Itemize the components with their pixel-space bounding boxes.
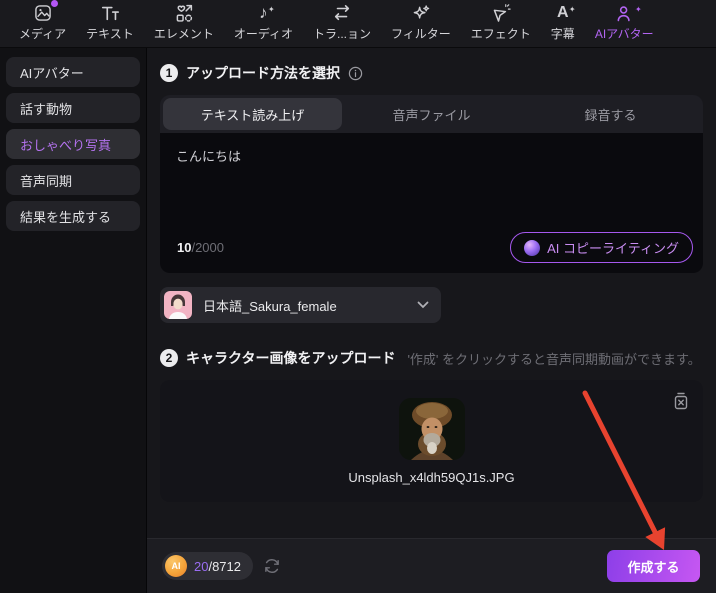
credits-used: 20 bbox=[194, 558, 209, 574]
tab-record[interactable]: 録音する bbox=[521, 98, 700, 130]
toolbar-label: トラ...ョン bbox=[313, 27, 372, 41]
ai-credit-coin-icon: AI bbox=[165, 555, 187, 577]
credits-pill: AI 20/8712 bbox=[162, 552, 254, 580]
step2-number-badge: 2 bbox=[160, 349, 178, 367]
ai-copywriting-button[interactable]: AI コピーライティング bbox=[510, 232, 693, 263]
toolbar-label: AIアバター bbox=[594, 27, 654, 41]
effects-icon bbox=[490, 2, 511, 24]
step2-header: 2 キャラクター画像をアップロード '作成' をクリックすると音声同期動画ができ… bbox=[160, 348, 703, 368]
sidebar-item-talking-photo[interactable]: おしゃべり写真 bbox=[6, 129, 140, 159]
char-count: 10 bbox=[177, 240, 192, 255]
ai-copywriting-label: AI コピーライティング bbox=[547, 241, 679, 256]
elements-icon bbox=[173, 2, 194, 24]
sidebar-label: AIアバター bbox=[20, 65, 84, 81]
toolbar-item-elements[interactable]: エレメント bbox=[145, 2, 223, 42]
toolbar-item-audio[interactable]: ♪ ✦ オーディオ bbox=[225, 2, 302, 42]
step1-header: 1 アップロード方法を選択 bbox=[160, 63, 703, 83]
credits-counter: 20/8712 bbox=[194, 559, 241, 574]
footer-bar: AI 20/8712 作成する bbox=[147, 538, 716, 593]
voice-name: 日本語_Sakura_female bbox=[203, 298, 337, 314]
sidebar-label: おしゃべり写真 bbox=[20, 137, 112, 153]
info-icon[interactable] bbox=[348, 66, 363, 81]
create-button[interactable]: 作成する bbox=[607, 550, 700, 582]
tab-label: 音声ファイル bbox=[392, 107, 471, 123]
credits-total: /8712 bbox=[208, 558, 242, 574]
chevron-down-icon bbox=[417, 301, 429, 309]
refresh-icon[interactable] bbox=[263, 557, 281, 575]
notification-dot bbox=[50, 0, 58, 7]
sidebar-label: 話す動物 bbox=[20, 101, 73, 117]
toolbar-label: オーディオ bbox=[233, 27, 293, 41]
uploaded-file-name: Unsplash_x4ldh59QJ1s.JPG bbox=[348, 469, 515, 485]
tab-audio-file[interactable]: 音声ファイル bbox=[342, 98, 521, 130]
sidebar-item-lip-sync[interactable]: 音声同期 bbox=[6, 165, 140, 195]
toolbar-item-filter[interactable]: フィルター bbox=[382, 2, 460, 42]
subtitle-icon: A ✦ bbox=[557, 4, 576, 21]
char-counter: 10/2000 bbox=[177, 240, 224, 255]
toolbar-label: フィルター bbox=[391, 27, 451, 41]
step2-title: キャラクター画像をアップロード bbox=[186, 350, 396, 366]
toolbar-item-transition[interactable]: トラ...ョン bbox=[304, 2, 380, 42]
app-window: メディア テキスト エレメント ♪ ✦ オーディオ トラ...ョン フィルター … bbox=[0, 0, 716, 593]
toolbar-item-media[interactable]: メディア bbox=[10, 0, 75, 42]
media-icon bbox=[33, 0, 58, 24]
tts-text-area-block: こんにちは 10/2000 AI コピーライティング bbox=[160, 133, 703, 273]
toolbar-label: テキスト bbox=[86, 27, 134, 41]
ai-avatar-icon: ✦ bbox=[614, 2, 642, 24]
uploaded-image-thumbnail[interactable] bbox=[398, 397, 465, 460]
voice-select-dropdown[interactable]: 日本語_Sakura_female bbox=[160, 287, 441, 323]
toolbar-label: 字幕 bbox=[550, 27, 575, 41]
text-icon bbox=[99, 2, 121, 24]
transition-icon bbox=[331, 2, 353, 24]
toolbar-label: メディア bbox=[19, 27, 67, 41]
tts-text-input[interactable]: こんにちは bbox=[160, 133, 703, 232]
ai-orb-icon bbox=[524, 239, 541, 256]
sidebar-label: 音声同期 bbox=[20, 173, 73, 189]
delete-image-icon[interactable] bbox=[672, 391, 690, 411]
filter-icon bbox=[410, 2, 431, 24]
sidebar-item-ai-avatar[interactable]: AIアバター bbox=[6, 57, 140, 87]
sidebar-label: 結果を生成する bbox=[20, 209, 112, 225]
tab-label: テキスト読み上げ bbox=[200, 107, 305, 123]
step1-number-badge: 1 bbox=[160, 64, 178, 82]
char-limit: /2000 bbox=[191, 240, 225, 255]
toolbar-item-subtitle[interactable]: A ✦ 字幕 bbox=[542, 2, 584, 42]
toolbar-item-text[interactable]: テキスト bbox=[77, 2, 143, 42]
sidebar-item-talking-animals[interactable]: 話す動物 bbox=[6, 93, 140, 123]
sidebar-item-generate-result[interactable]: 結果を生成する bbox=[6, 201, 140, 231]
step2-hint: '作成' をクリックすると音声同期動画ができます。 bbox=[407, 351, 701, 367]
toolbar-item-effects[interactable]: エフェクト bbox=[462, 2, 540, 42]
character-image-card: Unsplash_x4ldh59QJ1s.JPG bbox=[160, 380, 703, 502]
toolbar-label: エフェクト bbox=[470, 27, 531, 41]
step1-title: アップロード方法を選択 bbox=[186, 65, 340, 81]
voice-avatar bbox=[164, 291, 192, 319]
toolbar-label: エレメント bbox=[153, 27, 214, 41]
audio-icon: ♪ ✦ bbox=[259, 3, 275, 22]
top-toolbar: メディア テキスト エレメント ♪ ✦ オーディオ トラ...ョン フィルター … bbox=[0, 0, 716, 48]
toolbar-item-ai-avatar[interactable]: ✦ AIアバター bbox=[586, 2, 663, 42]
main-panel: 1 アップロード方法を選択 テキスト読み上げ 音声ファイル 録音する こんにちは bbox=[147, 48, 716, 593]
upload-method-tabs: テキスト読み上げ 音声ファイル 録音する bbox=[160, 95, 703, 133]
sidebar: AIアバター 話す動物 おしゃべり写真 音声同期 結果を生成する bbox=[0, 48, 147, 593]
tab-text-to-speech[interactable]: テキスト読み上げ bbox=[163, 98, 342, 130]
tab-label: 録音する bbox=[584, 107, 637, 123]
